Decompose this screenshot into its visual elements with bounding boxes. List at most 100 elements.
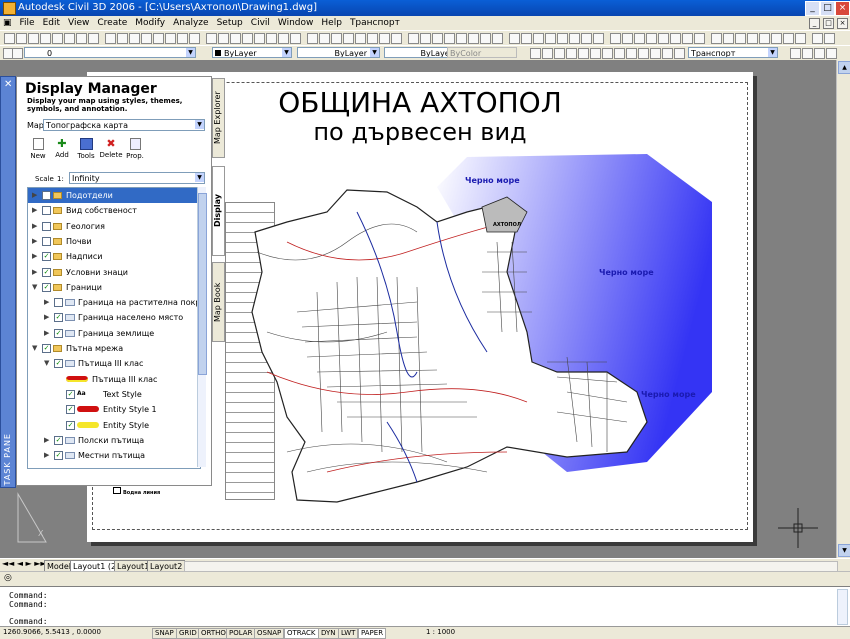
tree-row[interactable]: ✓ Entity Style — [28, 418, 198, 433]
linetype-combo[interactable]: ByLayer ▼ — [297, 47, 380, 58]
delete-button[interactable]: ✖ Delete — [99, 138, 123, 160]
toolbar-button-icon[interactable] — [812, 33, 823, 44]
toolbar-button-icon[interactable] — [581, 33, 592, 44]
toolbar-button-icon[interactable] — [602, 48, 613, 59]
expand-icon[interactable]: ▶ — [32, 249, 37, 264]
menu-analyze[interactable]: Analyze — [169, 16, 212, 30]
visibility-checkbox[interactable]: ✓ — [54, 359, 63, 369]
toolbar-button-icon[interactable] — [76, 33, 87, 44]
toolbar-button-icon[interactable] — [626, 48, 637, 59]
toolbar-button-icon[interactable] — [52, 33, 63, 44]
toolbar-button-icon[interactable] — [569, 33, 580, 44]
menu-create[interactable]: Create — [93, 16, 131, 30]
expand-icon[interactable]: ▶ — [44, 295, 49, 310]
expand-icon[interactable]: ▶ — [32, 234, 37, 249]
new-button[interactable]: New — [27, 138, 49, 161]
toolbar-button-icon[interactable] — [432, 33, 443, 44]
toolbar-button-icon[interactable] — [331, 33, 342, 44]
scroll-down-button[interactable]: ▼ — [838, 544, 850, 557]
command-window[interactable]: Command: Command: Command: — [0, 586, 850, 627]
visibility-checkbox[interactable]: ✓ — [54, 435, 63, 445]
toolbar-button-icon[interactable] — [391, 33, 402, 44]
tree-row[interactable]: ✓ Aa Text Style — [28, 387, 198, 402]
toolbar-button-icon[interactable] — [545, 33, 556, 44]
toolbar-button-icon[interactable] — [105, 33, 116, 44]
menu-window[interactable]: Window — [274, 16, 318, 30]
expand-icon[interactable]: ▶ — [44, 433, 49, 448]
toolbar-button-icon[interactable] — [278, 33, 289, 44]
toolbar-button-icon[interactable] — [444, 33, 455, 44]
tree-row[interactable]: ▶ Геология — [28, 219, 198, 234]
toolbar-button-icon[interactable] — [593, 33, 604, 44]
chevron-down-icon[interactable]: ▼ — [370, 48, 379, 57]
tab-nav-arrows[interactable]: ◄◄ ◄ ► ►► — [2, 559, 47, 568]
toolbar-button-icon[interactable] — [658, 33, 669, 44]
menu-file[interactable]: File — [16, 16, 39, 30]
toolbar-button-icon[interactable] — [790, 48, 801, 59]
toolbar-button-icon[interactable] — [747, 33, 758, 44]
tree-row[interactable]: ✓ Entity Style 1 — [28, 402, 198, 417]
scroll-up-button[interactable]: ▲ — [838, 61, 850, 74]
expand-icon[interactable]: ▶ — [44, 448, 49, 463]
tree-row[interactable]: ▶ Подотдели — [28, 188, 198, 203]
toolbar-button-icon[interactable] — [530, 48, 541, 59]
tree-row[interactable]: ▶ Вид собственост — [28, 203, 198, 218]
tools-button[interactable]: Tools — [75, 138, 97, 161]
tree-row[interactable]: ▶ ✓ Граница землище — [28, 326, 198, 341]
toolbar-button-icon[interactable] — [824, 33, 835, 44]
doc-icon[interactable]: ▣ — [0, 16, 16, 30]
visibility-checkbox[interactable]: ✓ — [54, 328, 63, 338]
tree-row[interactable]: ▶ ✓ Местни пътища — [28, 448, 198, 463]
expand-icon[interactable]: ▶ — [32, 219, 37, 234]
visibility-checkbox[interactable]: ✓ — [42, 344, 51, 353]
chevron-down-icon[interactable]: ▼ — [195, 120, 204, 129]
command-input[interactable]: Command: — [9, 617, 48, 626]
layer-combo[interactable]: 0 ▼ — [24, 47, 196, 58]
toolbar-button-icon[interactable] — [206, 33, 217, 44]
menu-modify[interactable]: Modify — [131, 16, 169, 30]
app-icon[interactable] — [3, 2, 16, 15]
tree-row[interactable]: ▼ ✓ Пътища III клас — [28, 356, 198, 371]
visibility-checkbox[interactable] — [42, 206, 51, 216]
toolbar-button-icon[interactable] — [408, 33, 419, 44]
otrack-toggle[interactable]: OTRACK — [284, 628, 319, 639]
toolbar-button-icon[interactable] — [88, 33, 99, 44]
tree-row[interactable]: Пътища III клас — [28, 372, 198, 387]
toolbar-button-icon[interactable] — [771, 33, 782, 44]
collapse-icon[interactable]: ▼ — [32, 280, 37, 295]
toolbar-button-icon[interactable] — [480, 33, 491, 44]
mdi-close-button[interactable]: × — [837, 18, 848, 29]
tree-row[interactable]: ▼ ✓ Пътна мрежа — [28, 341, 198, 356]
toolbar-button-icon[interactable] — [634, 33, 645, 44]
toolbar-button-icon[interactable] — [343, 33, 354, 44]
chevron-down-icon[interactable]: ▼ — [768, 48, 777, 57]
expand-icon[interactable]: ▶ — [32, 188, 37, 203]
toolbar-button-icon[interactable] — [638, 48, 649, 59]
toolbar-button-icon[interactable] — [189, 33, 200, 44]
toolbar-button-icon[interactable] — [129, 33, 140, 44]
visibility-checkbox[interactable]: ✓ — [66, 389, 75, 399]
toolbar-button-icon[interactable] — [456, 33, 467, 44]
mdi-restore-button[interactable]: □ — [823, 18, 834, 29]
toolbar-button-icon[interactable] — [165, 33, 176, 44]
add-button[interactable]: ✚ Add — [51, 138, 73, 160]
command-splitter[interactable]: ◎ — [0, 571, 850, 586]
scale-input[interactable]: Infinity ▼ — [69, 172, 205, 184]
expand-icon[interactable]: ▶ — [44, 326, 49, 341]
toolbar-button-icon[interactable] — [826, 48, 837, 59]
visibility-checkbox[interactable]: ✓ — [66, 405, 75, 415]
toolbar-button-icon[interactable] — [614, 48, 625, 59]
expand-icon[interactable]: ▶ — [32, 265, 37, 280]
toolbar-button-icon[interactable] — [711, 33, 722, 44]
toolbar-button-icon[interactable] — [355, 33, 366, 44]
tree-row[interactable]: ▼ ✓ Граници — [28, 280, 198, 295]
snap-toggle[interactable]: SNAP — [152, 628, 177, 639]
tab-map-explorer[interactable]: Map Explorer — [212, 78, 225, 158]
visibility-checkbox[interactable] — [42, 236, 51, 246]
toolbar-button-icon[interactable] — [40, 33, 51, 44]
paper-toggle[interactable]: PAPER — [358, 628, 387, 639]
named-view-combo[interactable]: Транспорт ▼ — [688, 47, 778, 58]
toolbar-button-icon[interactable] — [674, 48, 685, 59]
tree-row[interactable]: ▶ ✓ Полски пътища — [28, 433, 198, 448]
toolbar-button-icon[interactable] — [682, 33, 693, 44]
